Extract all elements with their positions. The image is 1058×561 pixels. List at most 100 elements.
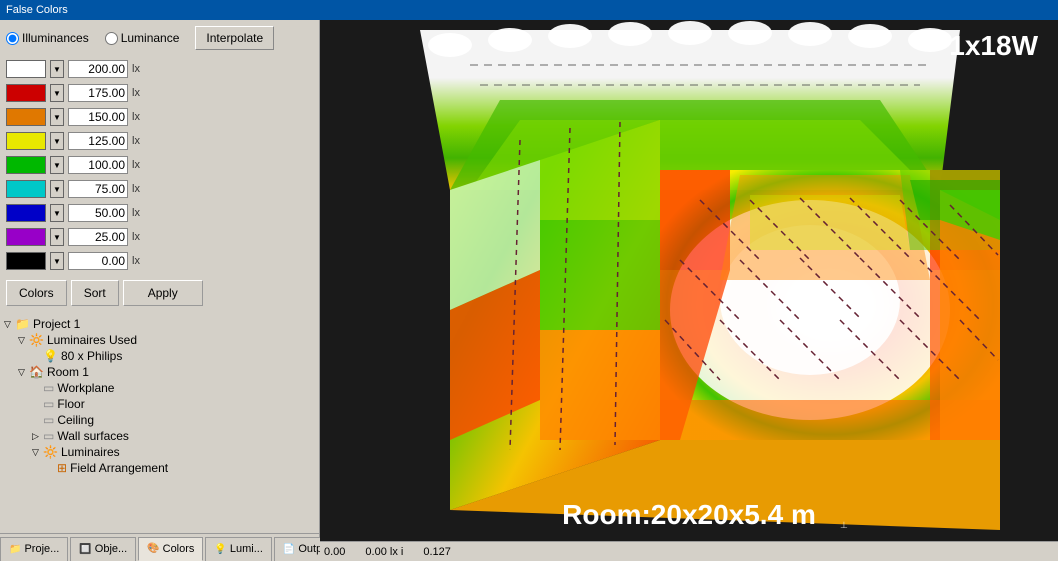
expand-luminaires2[interactable]: ▽ [32, 447, 42, 458]
lx-label-0: lx [132, 63, 140, 75]
color-swatch-1[interactable] [6, 84, 46, 102]
tree-item-luminaires-used[interactable]: ▽ 🔆 Luminaires Used [18, 332, 315, 348]
room-icon: 🏠 [29, 365, 44, 379]
false-colors-panel: Illuminances Luminance Interpolate ▼ lx [0, 20, 319, 312]
viz-title: 1x18W [949, 30, 1038, 62]
color-swatch-7[interactable] [6, 228, 46, 246]
lumi-tab-icon: 💡 [214, 544, 226, 555]
color-row-3: ▼ lx [6, 130, 313, 152]
tree-item-field[interactable]: ⊞ Field Arrangement [46, 460, 315, 476]
lx-label-3: lx [132, 135, 140, 147]
tree-item-floor[interactable]: ▭ Floor [32, 396, 315, 412]
tab-project-label: Proje... [24, 543, 59, 555]
color-dropdown-7[interactable]: ▼ [50, 228, 64, 246]
color-dropdown-6[interactable]: ▼ [50, 204, 64, 222]
colors-button[interactable]: Colors [6, 280, 67, 306]
tree-item-luminaires2[interactable]: ▽ 🔆 Luminaires [32, 444, 315, 460]
tab-project[interactable]: 📁 Proje... [0, 537, 68, 561]
tree-item-room[interactable]: ▽ 🏠 Room 1 [18, 364, 315, 380]
color-row-7: ▼ lx [6, 226, 313, 248]
color-row-5: ▼ lx [6, 178, 313, 200]
color-dropdown-5[interactable]: ▼ [50, 180, 64, 198]
status-val-1: 0.00 [324, 546, 345, 558]
color-value-1[interactable] [68, 84, 128, 102]
sort-button[interactable]: Sort [71, 280, 119, 306]
lx-label-8: lx [132, 255, 140, 267]
expand-project[interactable]: ▽ [4, 319, 14, 330]
color-row-8: ▼ lx [6, 250, 313, 272]
tree-item-philips[interactable]: 💡 80 x Philips [32, 348, 315, 364]
title-bar: False Colors [0, 0, 1058, 20]
luminance-radio[interactable]: Luminance [105, 31, 180, 45]
color-value-6[interactable] [68, 204, 128, 222]
color-dropdown-4[interactable]: ▼ [50, 156, 64, 174]
tree-item-workplane[interactable]: ▭ Workplane [32, 380, 315, 396]
tree-label-walls: Wall surfaces [57, 429, 129, 443]
visualization-svg: ⊥ [320, 20, 1058, 561]
svg-text:⊥: ⊥ [840, 520, 848, 530]
color-swatch-5[interactable] [6, 180, 46, 198]
color-row-6: ▼ lx [6, 202, 313, 224]
luminance-label: Luminance [121, 31, 180, 45]
ceiling-icon: ▭ [43, 413, 54, 427]
right-panel: ⊥ 1x18W Room:20x20x5.4 m 0.00 0.00 lx i … [320, 20, 1058, 561]
tree-item-project[interactable]: ▽ 📁 Project 1 [4, 316, 315, 332]
lx-label-4: lx [132, 159, 140, 171]
tab-lumi[interactable]: 💡 Lumi... [205, 537, 271, 561]
expand-room[interactable]: ▽ [18, 367, 28, 378]
tree-label-ceiling: Ceiling [57, 413, 94, 427]
expand-luminaires-used[interactable]: ▽ [18, 335, 28, 346]
lx-label-1: lx [132, 87, 140, 99]
colors-tab-icon: 🎨 [147, 543, 159, 554]
color-dropdown-1[interactable]: ▼ [50, 84, 64, 102]
interpolate-button[interactable]: Interpolate [195, 26, 274, 50]
walls-icon: ▭ [43, 429, 54, 443]
viz-subtitle: Room:20x20x5.4 m [562, 499, 816, 531]
tab-lumi-label: Lumi... [230, 543, 263, 555]
tree-item-ceiling[interactable]: ▭ Ceiling [32, 412, 315, 428]
output-tab-icon: 📄 [283, 544, 295, 555]
tree-label-workplane: Workplane [57, 381, 114, 395]
color-value-5[interactable] [68, 180, 128, 198]
color-swatch-3[interactable] [6, 132, 46, 150]
color-value-7[interactable] [68, 228, 128, 246]
color-dropdown-2[interactable]: ▼ [50, 108, 64, 126]
tree-label-floor: Floor [57, 397, 84, 411]
tree-item-walls[interactable]: ▷ ▭ Wall surfaces [32, 428, 315, 444]
color-value-2[interactable] [68, 108, 128, 126]
color-dropdown-3[interactable]: ▼ [50, 132, 64, 150]
tab-object[interactable]: 🔲 Obje... [70, 537, 136, 561]
color-dropdown-0[interactable]: ▼ [50, 60, 64, 78]
field-icon: ⊞ [57, 461, 67, 475]
color-row-2: ▼ lx [6, 106, 313, 128]
color-value-4[interactable] [68, 156, 128, 174]
luminaires-used-icon: 🔆 [29, 333, 44, 347]
object-tab-icon: 🔲 [79, 544, 91, 555]
color-value-0[interactable] [68, 60, 128, 78]
expand-walls[interactable]: ▷ [32, 431, 42, 442]
lx-label-5: lx [132, 183, 140, 195]
illuminances-radio[interactable]: Illuminances [6, 31, 89, 45]
color-row-1: ▼ lx [6, 82, 313, 104]
tab-colors[interactable]: 🎨 Colors [138, 537, 203, 561]
color-value-3[interactable] [68, 132, 128, 150]
tab-colors-label: Colors [163, 543, 195, 555]
color-swatch-4[interactable] [6, 156, 46, 174]
left-panel: Illuminances Luminance Interpolate ▼ lx [0, 20, 320, 561]
illuminances-label: Illuminances [22, 31, 89, 45]
tree-label-project: Project 1 [33, 317, 80, 331]
color-swatch-6[interactable] [6, 204, 46, 222]
color-row-0: ▼ lx [6, 58, 313, 80]
color-swatch-0[interactable] [6, 60, 46, 78]
color-dropdown-8[interactable]: ▼ [50, 252, 64, 270]
bottom-tabs: 📁 Proje... 🔲 Obje... 🎨 Colors 💡 Lumi... … [0, 533, 319, 561]
tree-panel: ▽ 📁 Project 1 ▽ 🔆 Luminaires Used 💡 80 x… [0, 312, 319, 533]
action-buttons: Colors Sort Apply [6, 280, 313, 306]
color-swatch-2[interactable] [6, 108, 46, 126]
tree-label-room: Room 1 [47, 365, 89, 379]
color-value-8[interactable] [68, 252, 128, 270]
apply-button[interactable]: Apply [123, 280, 203, 306]
tree-label-luminaires-used: Luminaires Used [47, 333, 137, 347]
color-swatch-8[interactable] [6, 252, 46, 270]
lx-label-6: lx [132, 207, 140, 219]
